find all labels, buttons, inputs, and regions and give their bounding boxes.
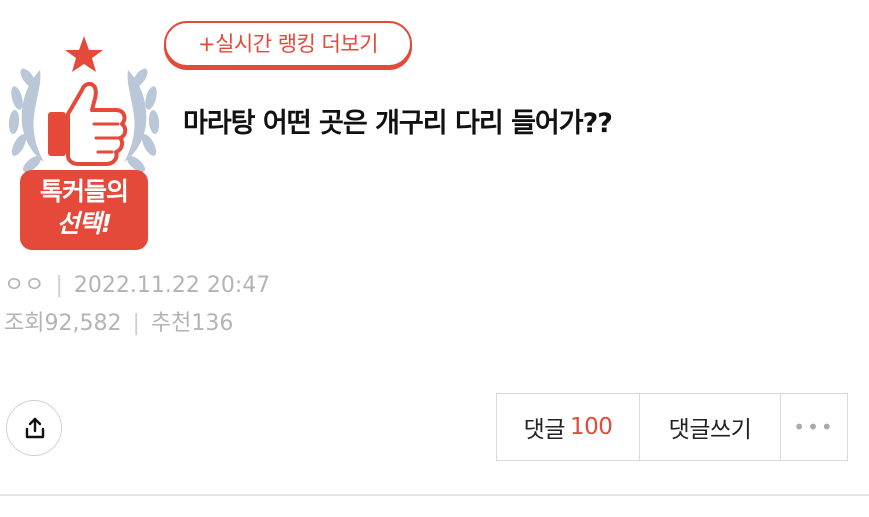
recommend-count: 136 <box>191 311 234 336</box>
author-name[interactable]: ㅇㅇ <box>4 273 44 298</box>
post-meta-author-date: ㅇㅇ | 2022.11.22 20:47 <box>4 270 270 302</box>
write-comment-button[interactable]: 댓글쓰기 <box>639 394 780 460</box>
post-meta-stats: 조회92,582 | 추천136 <box>4 308 233 340</box>
comments-button[interactable]: 댓글 100 <box>497 394 639 460</box>
views-count: 92,582 <box>44 311 122 336</box>
thumbs-up-icon <box>48 81 128 166</box>
share-button[interactable] <box>6 400 62 456</box>
views-label: 조회 <box>4 311 45 336</box>
meta-separator: | <box>132 311 140 336</box>
share-icon <box>25 417 45 439</box>
more-options-button[interactable]: ••• <box>780 394 847 460</box>
star-icon <box>65 36 103 72</box>
post-title: 마라탕 어떤 곳은 개구리 다리 들어가?? <box>183 108 613 139</box>
realtime-ranking-button[interactable]: +실시간 랭킹 더보기 <box>164 21 412 67</box>
post-actions: 댓글 100 댓글쓰기 ••• <box>496 393 848 461</box>
post-datetime: 2022.11.22 20:47 <box>73 273 271 298</box>
recommend-label: 추천 <box>150 311 192 336</box>
meta-separator: | <box>55 273 63 298</box>
badge-label-line1: 톡커들의 <box>39 177 129 206</box>
badge-label-line2: 선택! <box>56 209 112 238</box>
talkers-choice-badge: 톡커들의 선택! <box>6 32 162 252</box>
comments-label: 댓글 <box>523 417 566 443</box>
comments-count: 100 <box>569 414 613 440</box>
divider <box>0 494 869 496</box>
